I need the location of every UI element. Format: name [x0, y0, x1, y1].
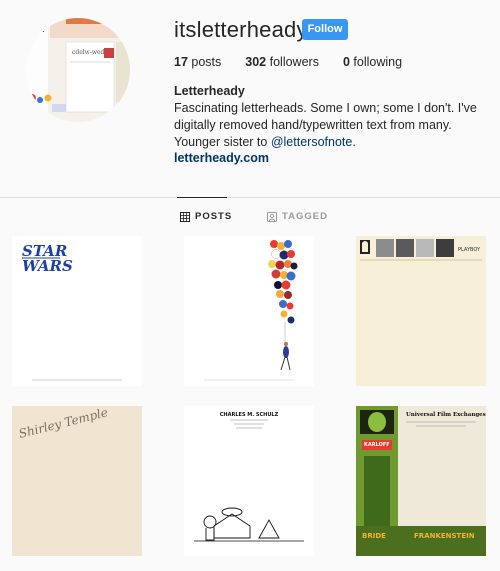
profile-username: itsletterheady [174, 17, 308, 42]
svg-text:FRANKENSTEIN: FRANKENSTEIN [414, 532, 475, 540]
posts-count: 17 [174, 55, 188, 69]
tabs-divider [0, 197, 500, 198]
balloons-letterhead-image [184, 236, 314, 386]
tab-posts[interactable]: POSTS [180, 211, 232, 222]
profile-bio: Fascinating letterheads. Some I own; som… [174, 100, 494, 151]
tab-tagged-label: TAGGED [282, 211, 328, 222]
tab-tagged[interactable]: TAGGED [267, 211, 328, 222]
following-stat[interactable]: 0 following [343, 55, 402, 69]
bio-mention-suffix: . [352, 135, 356, 149]
post-tile-playboy[interactable]: PLAYBOY [356, 236, 486, 386]
profile-stats: 17 posts 302 followers 0 following [174, 55, 426, 69]
followers-label: followers [269, 55, 319, 69]
svg-text:BRIDE: BRIDE [362, 532, 386, 540]
posts-stat: 17 posts [174, 55, 221, 69]
followers-count: 302 [245, 55, 267, 69]
avatar-image: cdelw-weddle [26, 18, 130, 122]
star-wars-letterhead-image: STAR WARS [12, 236, 142, 386]
playboy-letterhead-image: PLAYBOY [356, 236, 486, 386]
post-tile-charles-schulz[interactable]: CHARLES M. SCHULZ [184, 406, 314, 556]
svg-text:Universal Film Exchanges Inc.: Universal Film Exchanges Inc. [406, 412, 486, 418]
svg-text:PLAYBOY: PLAYBOY [458, 247, 481, 253]
tag-user-icon [267, 211, 277, 222]
grid-icon [180, 211, 190, 222]
tab-posts-label: POSTS [195, 211, 233, 222]
following-count: 0 [342, 55, 350, 69]
star-wars-logo-line2: WARS [22, 257, 73, 275]
svg-text:KARLOFF: KARLOFF [364, 442, 390, 448]
svg-text:CHARLES M. SCHULZ: CHARLES M. SCHULZ [220, 412, 279, 418]
profile-full-name: Letterheady [174, 84, 245, 98]
followers-stat[interactable]: 302 followers [245, 55, 319, 69]
shirley-temple-letterhead-image: Shirley Temple [12, 406, 142, 556]
post-tile-star-wars[interactable]: STAR WARS [12, 236, 142, 386]
post-tile-balloons[interactable] [184, 236, 314, 386]
following-label: following [353, 55, 403, 69]
charles-schulz-letterhead-image: CHARLES M. SCHULZ [184, 406, 314, 556]
profile-avatar[interactable]: cdelw-weddle [26, 18, 130, 122]
profile-website-link[interactable]: letterheady.com [174, 151, 269, 165]
bio-mention-link[interactable]: @lettersofnote [271, 135, 352, 149]
post-tile-universal-pictures[interactable]: BRIDE FRANKENSTEIN Universal Film Exchan… [356, 406, 486, 556]
universal-pictures-letterhead-image: BRIDE FRANKENSTEIN Universal Film Exchan… [356, 406, 486, 556]
post-tile-shirley-temple[interactable]: Shirley Temple [12, 406, 142, 556]
posts-label: posts [191, 55, 222, 69]
active-tab-indicator [177, 197, 227, 198]
follow-button[interactable]: Follow [302, 19, 348, 40]
